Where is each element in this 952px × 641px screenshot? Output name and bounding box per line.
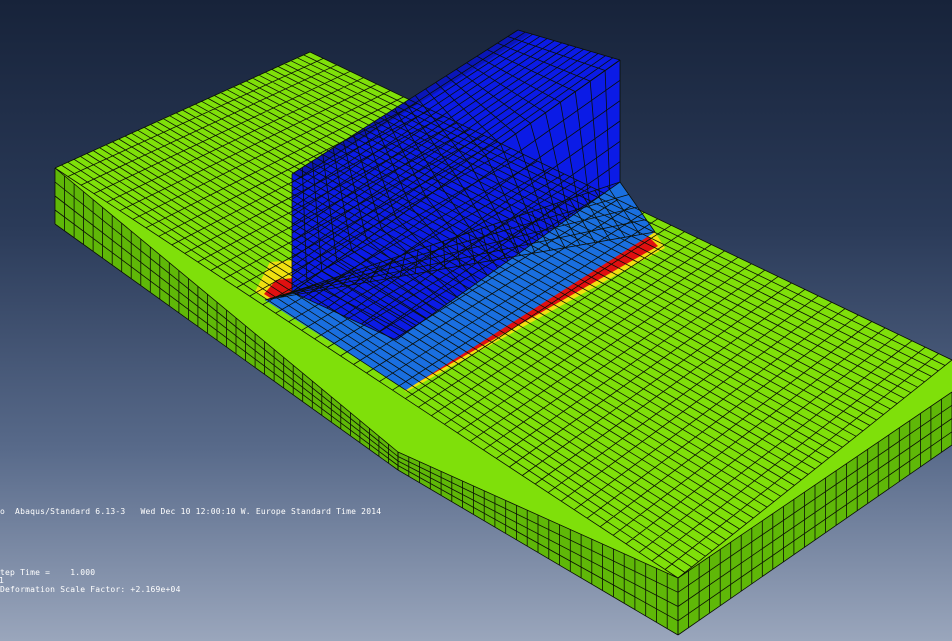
step-time-text: tep Time = 1.000: [0, 568, 96, 577]
analysis-status-text: o Abaqus/Standard 6.13-3 Wed Dec 10 12:0…: [0, 507, 382, 516]
fe-mesh-model[interactable]: [0, 0, 952, 641]
model-viewport[interactable]: 1 o Abaqus/Standard 6.13-3 Wed Dec 10 12…: [0, 0, 952, 641]
triad-glyph: 1: [0, 576, 4, 585]
deformation-scale-text: Deformation Scale Factor: +2.169e+04: [0, 585, 181, 594]
